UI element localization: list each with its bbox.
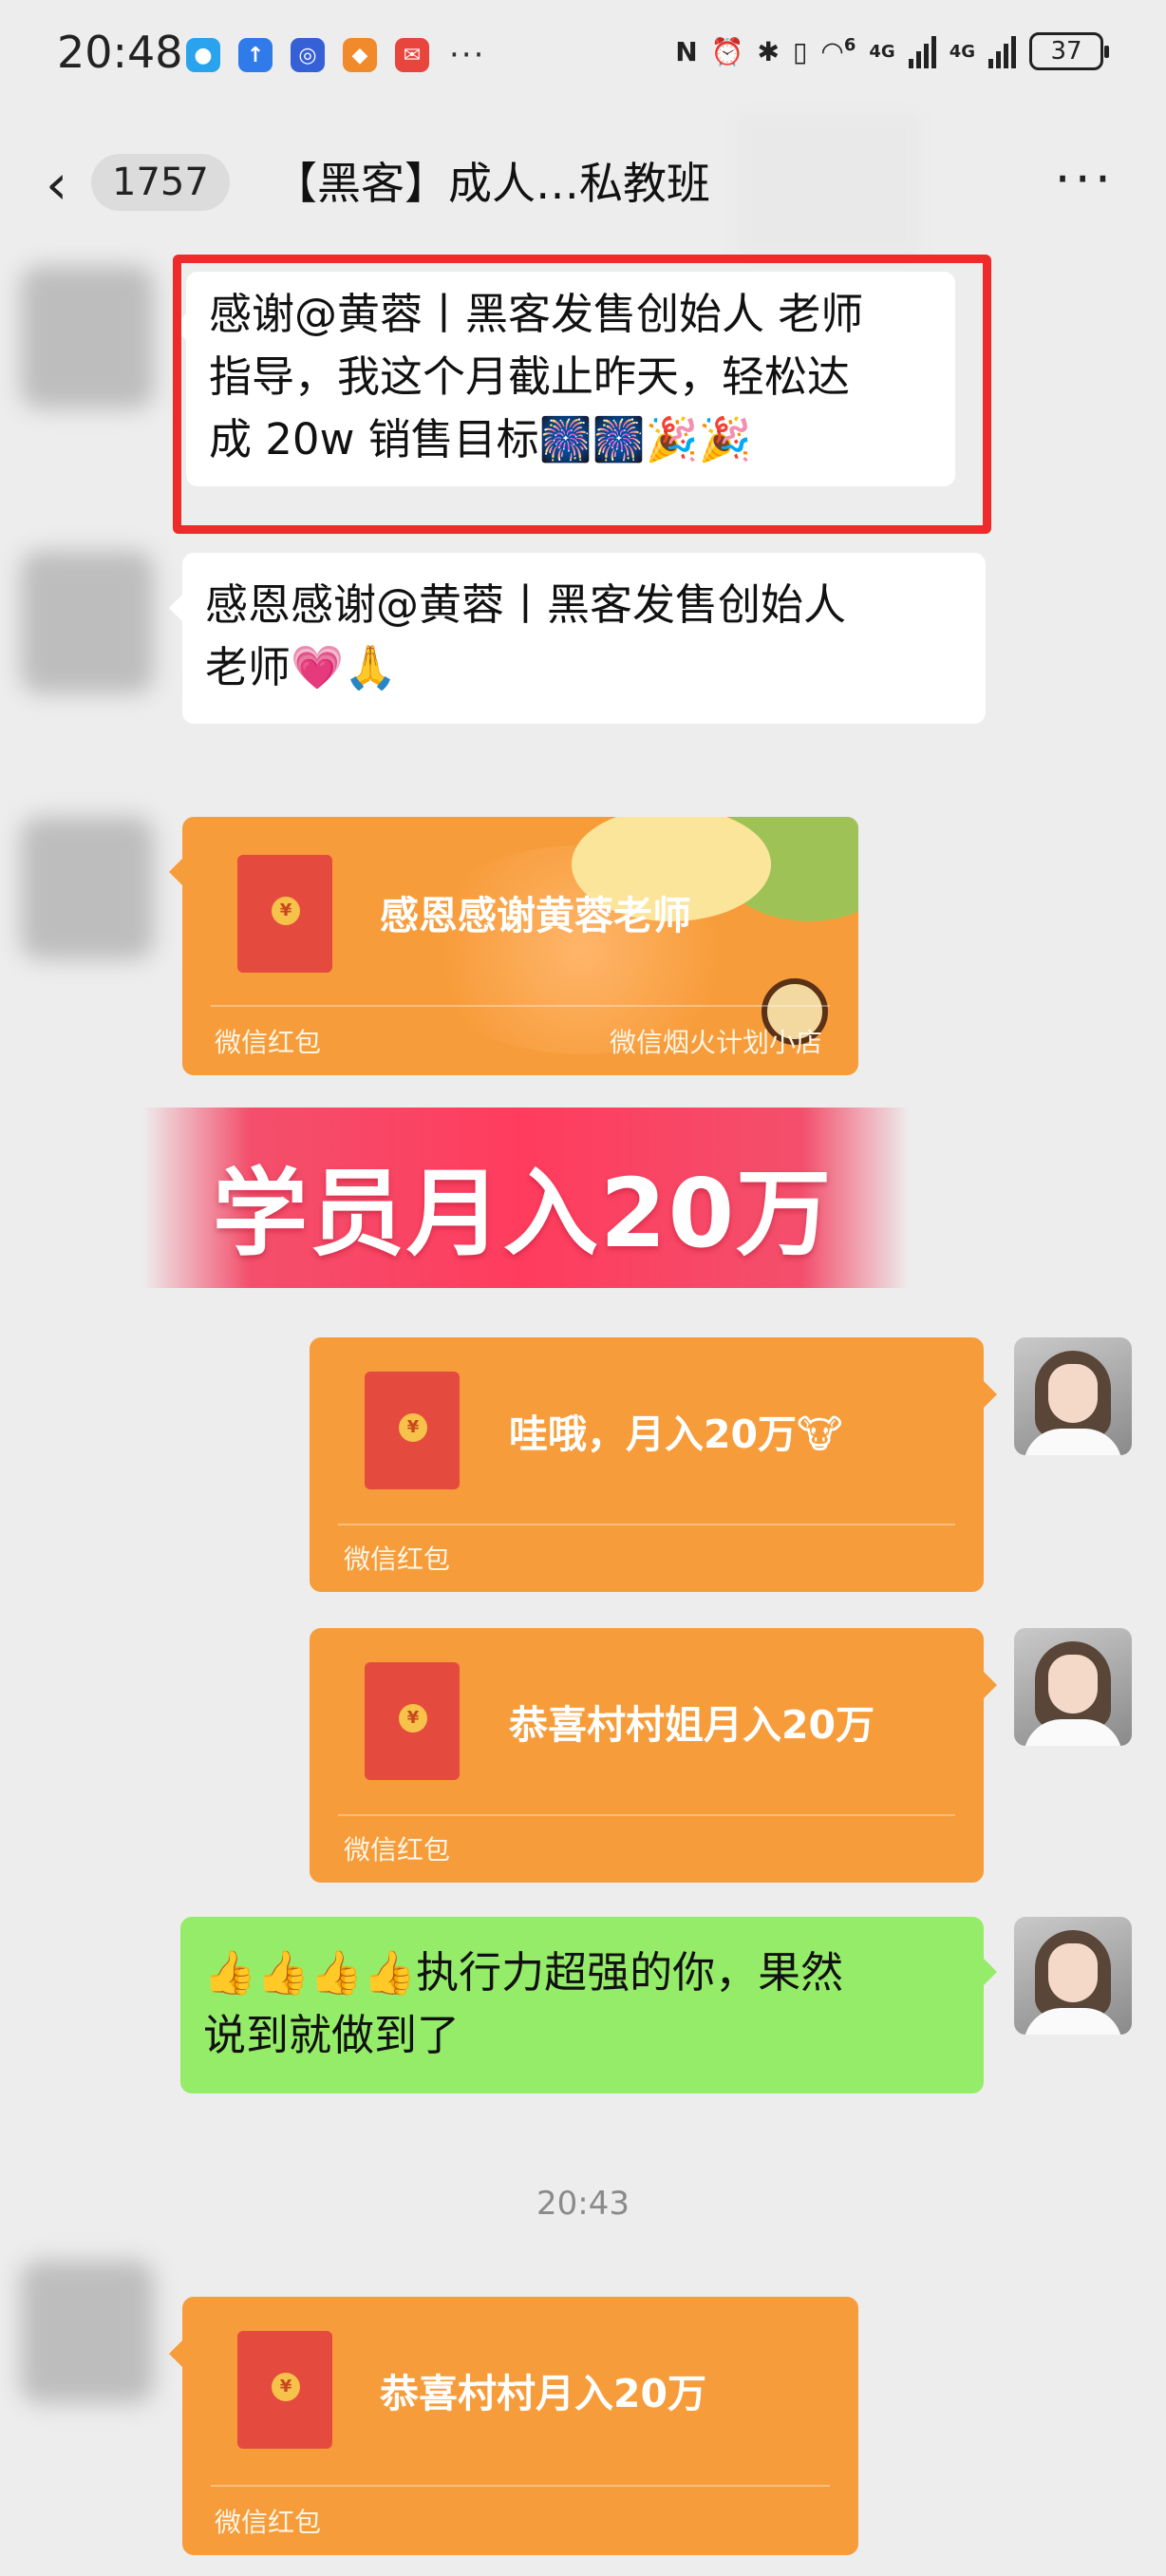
packet-tail [984, 1672, 997, 1698]
nfc-icon: N [675, 35, 698, 67]
red-packet-icon: ¥ [365, 1662, 460, 1780]
chat-screen: 20:48 ● ↑ ◎ ◆ ✉ ··· N ⏰ ✱ ▯ ◠6 4G 4G 37 … [0, 0, 1166, 2576]
shop-icon: ◆ [343, 38, 377, 72]
avatar[interactable] [21, 2261, 154, 2403]
status-bar: 20:48 ● ↑ ◎ ◆ ✉ ··· N ⏰ ✱ ▯ ◠6 4G 4G 37 [0, 0, 1166, 109]
avatar[interactable] [1014, 1917, 1132, 2035]
notification-icons: ● ↑ ◎ ◆ ✉ ··· [186, 36, 485, 74]
browser-icon: ◎ [291, 38, 325, 72]
status-time: 20:48 [57, 27, 183, 78]
more-notifications-icon: ··· [449, 36, 486, 74]
red-packet-icon: ¥ [365, 1372, 460, 1489]
red-packet-label: 微信红包 [344, 1834, 451, 1866]
signal-bars-b-icon [988, 34, 1016, 68]
gift-icon: ✉ [395, 38, 429, 72]
network-type-b: 4G [949, 41, 975, 62]
system-icons: N ⏰ ✱ ▯ ◠6 4G 4G 37 [675, 32, 1109, 70]
timestamp: 20:43 [536, 2185, 630, 2223]
red-packet-icon: ¥ [237, 855, 332, 973]
wifi-badge: 6 [843, 35, 856, 56]
more-icon[interactable]: ··· [1055, 154, 1116, 205]
red-packet-label: 微信红包 [215, 1027, 322, 1058]
packet-divider [338, 1524, 955, 1525]
packet-divider [338, 1814, 955, 1816]
signal-bars-a-icon [908, 34, 936, 68]
upload-icon: ↑ [238, 38, 273, 72]
avatar[interactable] [21, 817, 154, 959]
chat-title: 【黑客】成人…私教班 [273, 158, 710, 209]
avatar[interactable] [21, 266, 154, 408]
red-packet-label: 微信红包 [215, 2507, 322, 2538]
avatar[interactable] [1014, 1337, 1132, 1455]
message-line: 👍👍👍👍执行力超强的你，果然 [203, 1947, 844, 1998]
battery-icon: 37 [1029, 32, 1109, 70]
bluetooth-icon: ✱ [757, 35, 780, 67]
red-packet[interactable]: ¥ 感恩感谢黄蓉老师 微信红包 微信烟火计划小店 [182, 817, 858, 1075]
highlight-frame [173, 255, 991, 534]
packet-divider [211, 2485, 830, 2487]
packet-tail [984, 1381, 997, 1408]
title-blur-overlay [739, 114, 919, 256]
message-bubble[interactable]: 👍👍👍👍执行力超强的你，果然 说到就做到了 [180, 1917, 997, 2093]
message-line: 感恩感谢@黄蓉丨黑客发售创始人 [205, 579, 847, 630]
red-packet-icon: ¥ [237, 2331, 332, 2449]
message-line: 老师💗🙏 [205, 642, 398, 692]
red-packet-text: 恭喜村村姐月入20万 [509, 1702, 875, 1748]
red-packet-text: 感恩感谢黄蓉老师 [380, 893, 691, 938]
message-bubble[interactable]: 感恩感谢@黄蓉丨黑客发售创始人 老师💗🙏 [169, 553, 986, 724]
vibrate-icon: ▯ [792, 35, 808, 67]
wifi-icon: ◠6 [820, 35, 856, 67]
avatar[interactable] [21, 551, 154, 693]
red-packet-text: 恭喜村村月入20万 [380, 2371, 707, 2416]
red-packet[interactable]: ¥ 恭喜村村姐月入20万 微信红包 [310, 1628, 984, 1883]
packet-divider [211, 1005, 830, 1007]
chat-app-icon: ● [186, 38, 220, 72]
avatar[interactable] [1014, 1628, 1132, 1746]
red-packet[interactable]: ¥ 哇哦，月入20万🐮 微信红包 [310, 1337, 984, 1592]
message-line: 说到就做到了 [203, 2010, 461, 2060]
promo-banner-text: 学员月入20万 [213, 1158, 834, 1269]
alarm-icon: ⏰ [710, 35, 744, 67]
packet-tail [169, 2340, 182, 2367]
back-unread-count[interactable]: 1757 [91, 154, 230, 211]
back-chevron-icon[interactable]: ‹ [46, 156, 84, 215]
packet-tail [169, 859, 182, 885]
red-packet[interactable]: ¥ 恭喜村村月入20万 微信红包 [182, 2297, 858, 2555]
network-type-a: 4G [869, 41, 895, 62]
chat-header: ‹ 1757 【黑客】成人…私教班 ··· [0, 114, 1166, 256]
red-packet-text: 哇哦，月入20万🐮 [509, 1411, 843, 1457]
red-packet-label: 微信红包 [344, 1544, 451, 1575]
red-packet-store: 微信烟火计划小店 [610, 1027, 823, 1058]
